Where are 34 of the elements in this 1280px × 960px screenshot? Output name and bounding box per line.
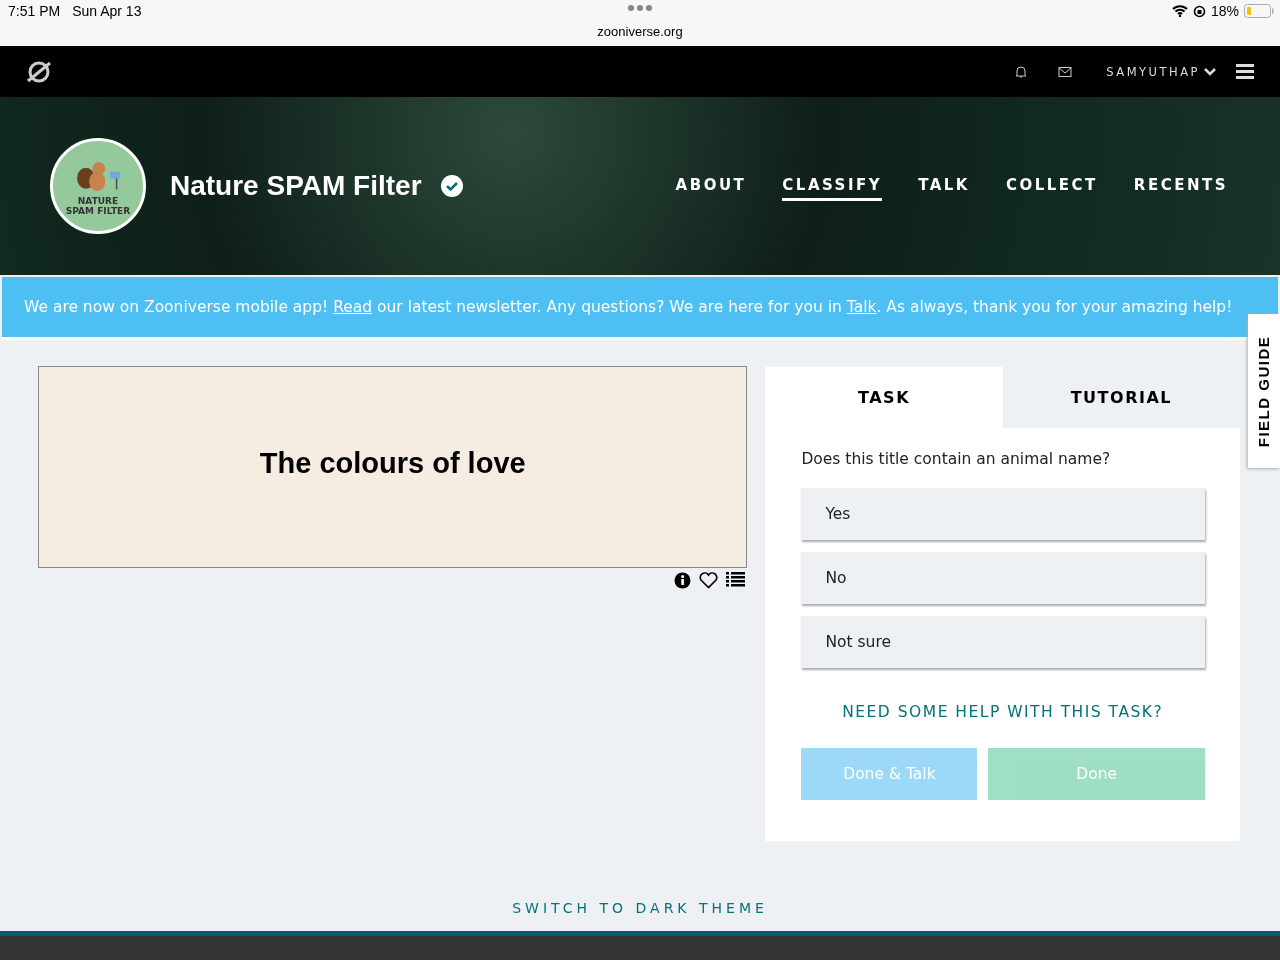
url-text[interactable]: zooniverse.org	[597, 24, 683, 39]
project-nav-link[interactable]: RECENTS	[1133, 171, 1228, 201]
panel-tab[interactable]: TUTORIAL	[1002, 367, 1240, 428]
project-logo[interactable]: NATURE SPAM FILTER	[50, 138, 146, 234]
caret-icon[interactable]	[1204, 67, 1216, 76]
user-menu[interactable]: SAMYUTHAP	[1106, 64, 1216, 79]
theme-switch-link[interactable]: SWITCH TO DARK THEME	[506, 899, 774, 917]
mail-icon[interactable]	[1058, 65, 1073, 78]
info-icon[interactable]	[674, 572, 692, 589]
project-title: Nature SPAM Filter	[170, 170, 422, 202]
heart-icon[interactable]	[699, 572, 719, 589]
project-nav-link[interactable]: COLLECT	[1006, 171, 1098, 201]
rotation-lock-icon	[1192, 4, 1206, 18]
battery-icon	[1244, 4, 1274, 18]
project-nav-link[interactable]: ABOUT	[675, 171, 747, 201]
subject-title: The colours of love	[259, 447, 526, 481]
bell-icon[interactable]	[1014, 64, 1029, 79]
answer-option[interactable]: No	[801, 552, 1205, 604]
menu-icon[interactable]	[1236, 64, 1254, 79]
project-nav-link[interactable]: TALK	[918, 171, 970, 201]
wifi-icon	[1171, 5, 1188, 17]
project-nav-link[interactable]: CLASSIFY	[782, 171, 883, 201]
list-icon[interactable]	[726, 572, 746, 587]
answer-option[interactable]: Not sure	[801, 616, 1205, 668]
announcement-text: We are now on Zooniverse mobile app! Read our latest newsletter. Any questions? We are here for you in Talk. As always, thank you for your amazing help!	[24, 298, 1233, 316]
answer-option[interactable]: Yes	[801, 488, 1205, 540]
field-guide-tab[interactable]: FIELD GUIDE	[1248, 314, 1280, 468]
task-question: Does this title contain an animal name?	[801, 450, 1111, 468]
help-link[interactable]: NEED SOME HELP WITH THIS TASK?	[765, 702, 1240, 722]
status-time: 7:51 PM	[8, 3, 61, 19]
status-date: Sun Apr 13	[72, 3, 142, 19]
battery-percent: 18%	[1210, 3, 1239, 19]
more-icon[interactable]	[627, 4, 653, 12]
logo-text: NATURE SPAM FILTER	[65, 197, 131, 217]
